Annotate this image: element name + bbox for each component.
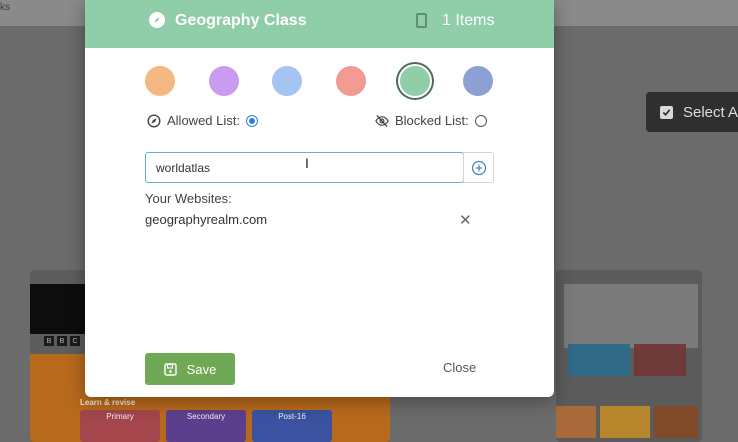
- bbc-logo: B B C: [44, 336, 80, 346]
- background-site-card-video: [556, 270, 702, 442]
- add-website-button[interactable]: [463, 152, 494, 183]
- allowed-list-option[interactable]: Allowed List:: [147, 113, 258, 128]
- floppy-disk-icon: [163, 362, 177, 376]
- eye-slash-icon: [375, 114, 389, 128]
- color-swatch-orange[interactable]: [145, 66, 175, 96]
- color-swatch-red[interactable]: [336, 66, 366, 96]
- color-swatch-purple[interactable]: [209, 66, 239, 96]
- color-swatch-green[interactable]: [400, 66, 430, 96]
- color-swatch-blue[interactable]: [463, 66, 493, 96]
- allowed-list-radio[interactable]: [245, 114, 258, 127]
- website-list-item: geographyrealm.com: [145, 212, 268, 227]
- tile-post16: Post-16: [252, 410, 332, 442]
- compass-icon: [147, 113, 161, 128]
- tile-primary: Primary: [80, 410, 160, 442]
- checkbox-icon: [660, 105, 673, 119]
- site-thumbnail-screenshot: [564, 284, 698, 348]
- blocked-list-radio[interactable]: [474, 114, 487, 127]
- compass-icon: [149, 12, 165, 28]
- close-button[interactable]: Close: [443, 360, 476, 375]
- blocked-list-option[interactable]: Blocked List:: [375, 113, 487, 128]
- remove-website-icon[interactable]: ✕: [459, 211, 472, 229]
- plus-circle-icon: [471, 160, 486, 175]
- save-button[interactable]: Save: [145, 353, 235, 385]
- modal-title: Geography Class: [175, 12, 307, 29]
- document-icon: [416, 13, 427, 28]
- color-swatch-light-blue[interactable]: [272, 66, 302, 96]
- select-all-label: Select A: [683, 103, 738, 121]
- save-label: Save: [186, 361, 217, 377]
- select-all-button[interactable]: Select A: [646, 92, 738, 132]
- tile-secondary: Secondary: [166, 410, 246, 442]
- blocked-list-label: Blocked List:: [395, 113, 469, 128]
- allowed-list-label: Allowed List:: [167, 113, 240, 128]
- modal-header: Geography Class 1 Items: [85, 0, 554, 48]
- text-cursor-icon: I: [305, 155, 309, 171]
- item-count: 1 Items: [442, 12, 495, 29]
- edit-list-modal: Geography Class 1 Items Allowed List: Bl…: [85, 0, 554, 397]
- your-websites-label: Your Websites:: [145, 191, 232, 206]
- learn-revise-text: Learn & revise: [80, 398, 136, 407]
- background-topbar-text: ks: [0, 2, 10, 13]
